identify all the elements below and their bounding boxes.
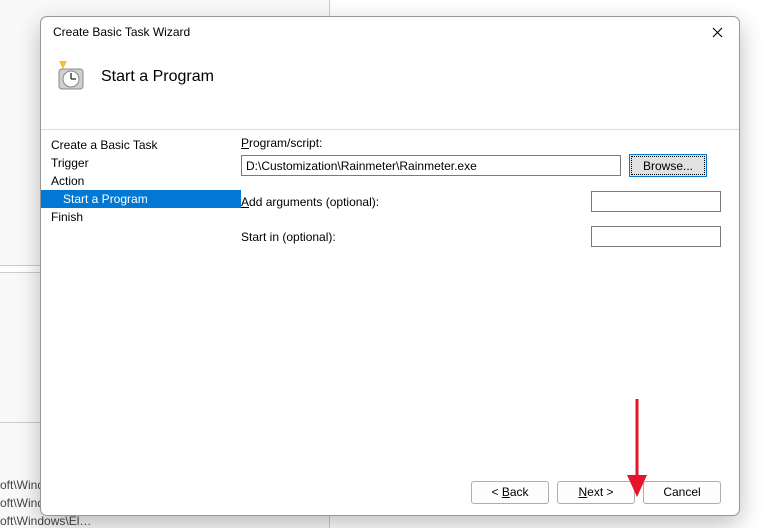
- wizard-content: Program/script: Browse... Add arguments …: [241, 130, 739, 469]
- start-in-input[interactable]: [591, 226, 721, 247]
- add-arguments-label: Add arguments (optional):: [241, 195, 379, 209]
- sidebar-item-trigger[interactable]: Trigger: [41, 154, 241, 172]
- start-in-row: Start in (optional):: [241, 226, 721, 247]
- wizard-step-title: Start a Program: [101, 68, 214, 86]
- wizard-footer: < Back Next > Cancel: [41, 469, 739, 515]
- cancel-button[interactable]: Cancel: [643, 481, 721, 504]
- sidebar-item-start-a-program[interactable]: Start a Program: [41, 190, 241, 208]
- wizard-header: Start a Program: [41, 47, 739, 113]
- wizard-body: Create a Basic Task Trigger Action Start…: [41, 129, 739, 469]
- wizard-sidebar: Create a Basic Task Trigger Action Start…: [41, 130, 241, 469]
- wizard-dialog: Create Basic Task Wizard Start a Program…: [40, 16, 740, 516]
- back-button[interactable]: < Back: [471, 481, 549, 504]
- add-arguments-row: Add arguments (optional):: [241, 191, 721, 212]
- program-script-label: Program/script:: [241, 136, 721, 150]
- sidebar-item-create-basic-task[interactable]: Create a Basic Task: [41, 136, 241, 154]
- browse-button[interactable]: Browse...: [629, 154, 707, 177]
- add-arguments-input[interactable]: [591, 191, 721, 212]
- background-list-item: oft\Windows\El…: [0, 514, 100, 528]
- sidebar-item-finish[interactable]: Finish: [41, 208, 241, 226]
- titlebar: Create Basic Task Wizard: [41, 17, 739, 47]
- dialog-title: Create Basic Task Wizard: [51, 25, 705, 39]
- start-in-label: Start in (optional):: [241, 230, 336, 244]
- close-button[interactable]: [705, 20, 729, 44]
- sidebar-item-action[interactable]: Action: [41, 172, 241, 190]
- clock-task-icon: [55, 61, 87, 93]
- program-script-row: Browse...: [241, 154, 721, 177]
- close-icon: [712, 27, 723, 38]
- next-button[interactable]: Next >: [557, 481, 635, 504]
- program-script-input[interactable]: [241, 155, 621, 176]
